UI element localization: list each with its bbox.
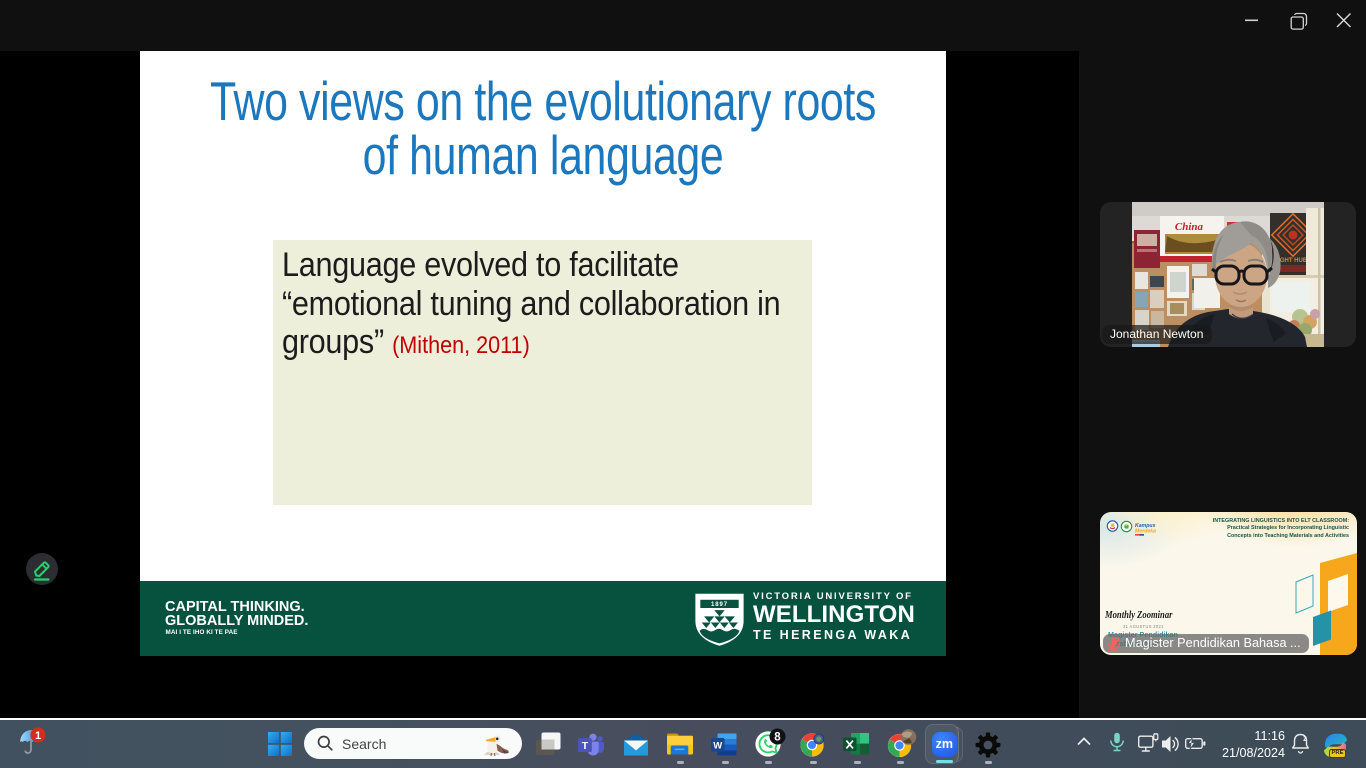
svg-text:8: 8	[774, 732, 781, 744]
svg-text:1897: 1897	[711, 602, 728, 608]
svg-text:Merdeka: Merdeka	[1135, 529, 1156, 535]
svg-text:W: W	[713, 740, 722, 751]
svg-text:T: T	[582, 740, 589, 752]
svg-text:1: 1	[35, 730, 41, 742]
svg-text:China: China	[1175, 221, 1204, 233]
svg-text:z: z	[1303, 734, 1307, 743]
